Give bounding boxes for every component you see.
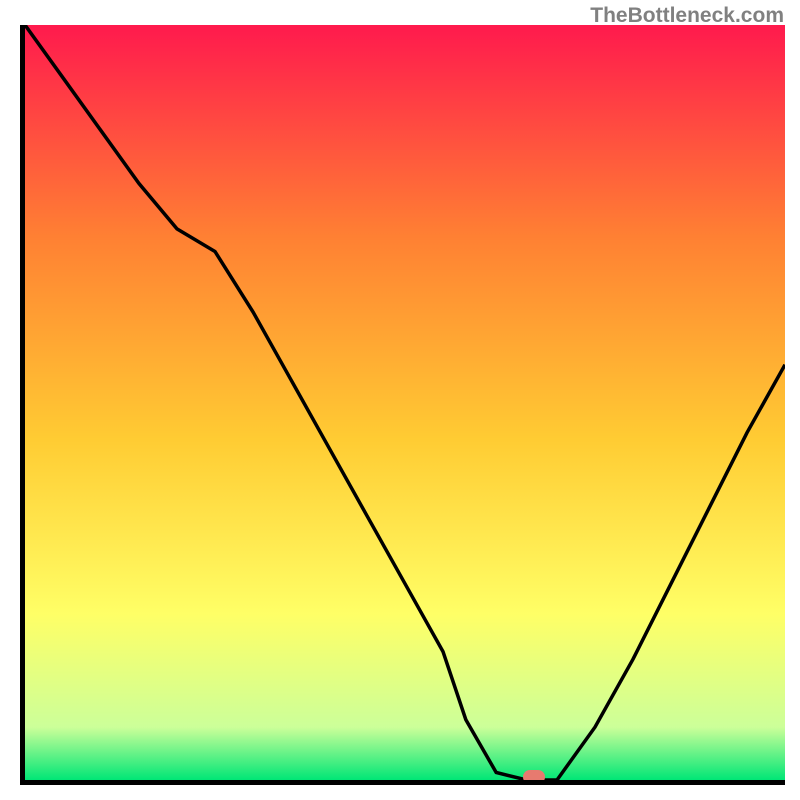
- curve-line: [25, 25, 785, 780]
- watermark-text: TheBottleneck.com: [590, 4, 784, 28]
- chart-container: TheBottleneck.com: [0, 0, 800, 800]
- data-marker: [523, 770, 545, 784]
- plot-area: [20, 25, 785, 785]
